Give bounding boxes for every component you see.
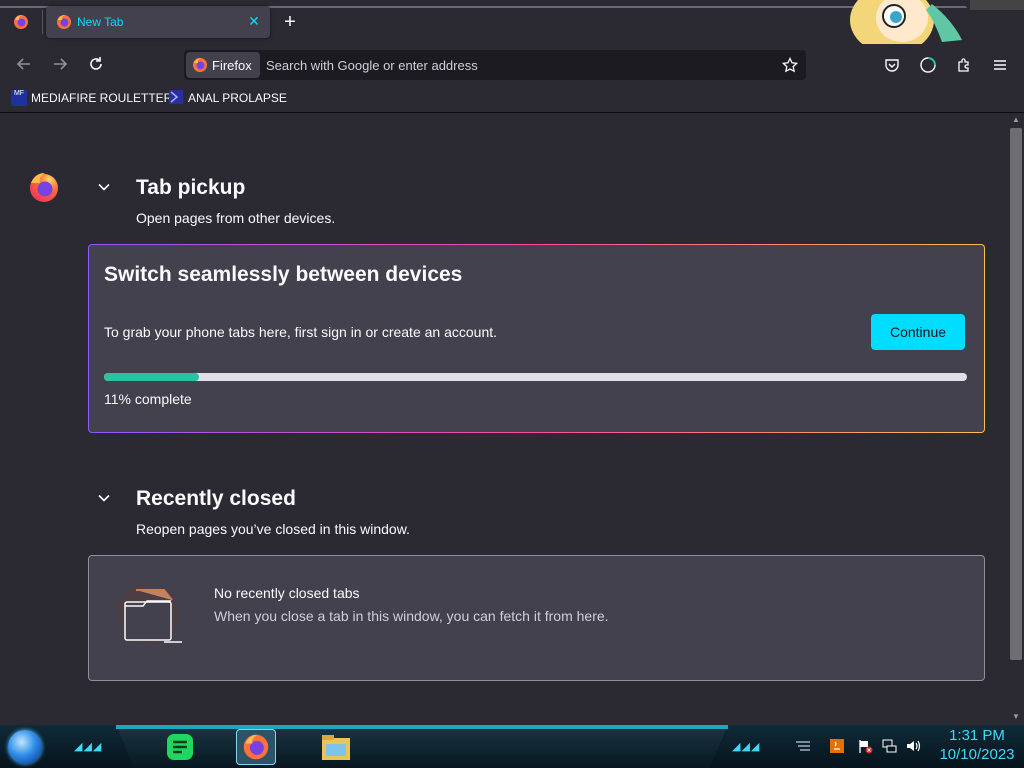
bookmark-label: ANAL PROLAPSE [188, 91, 287, 105]
firefox-logo-icon [28, 171, 60, 208]
taskbar-decoration [116, 725, 728, 768]
progress-label: 11% complete [104, 391, 192, 407]
taskbar-app-file-explorer[interactable] [316, 729, 356, 765]
taskbar-app-firefox[interactable] [236, 729, 276, 765]
clock-time[interactable]: 1:31 PM [930, 727, 1024, 744]
continue-button[interactable]: Continue [871, 314, 965, 350]
empty-state-title: No recently closed tabs [214, 585, 360, 601]
scroll-up-icon[interactable]: ▲ [1010, 115, 1022, 125]
tab-new-tab[interactable]: New Tab ✕ [46, 6, 270, 38]
card-description: To grab your phone tabs here, first sign… [104, 324, 498, 340]
puzzle-icon [958, 58, 969, 72]
chevron-down-icon[interactable] [94, 488, 114, 508]
volume-icon[interactable] [904, 737, 922, 755]
setup-progress-bar [104, 373, 967, 381]
firefox-icon [14, 15, 28, 29]
scrollbar-thumb[interactable] [1010, 128, 1022, 660]
bookmark-label: MEDIAFIRE ROULETTER [31, 91, 173, 105]
identity-box[interactable]: Firefox [186, 52, 260, 78]
setup-progress-fill [104, 373, 199, 381]
forward-button[interactable] [46, 50, 74, 78]
notes-icon [167, 734, 193, 760]
new-tab-button[interactable]: + [276, 8, 304, 36]
section-subtitle-tab-pickup: Open pages from other devices. [136, 210, 336, 226]
bookmark-mediafire-rouletter[interactable]: MF MEDIAFIRE ROULETTER [11, 89, 172, 107]
account-sync-button[interactable] [914, 52, 942, 78]
taskbar-dash-decoration: ◢◢◢ [732, 741, 761, 753]
bookmark-favicon-icon [168, 89, 184, 108]
section-subtitle-recently-closed: Reopen pages you’ve closed in this windo… [136, 521, 410, 537]
start-button[interactable] [8, 730, 42, 764]
firefox-icon [192, 57, 208, 78]
tab-title: New Tab [77, 15, 124, 29]
bookmark-anal-prolapse[interactable]: ANAL PROLAPSE [168, 89, 287, 107]
folder-icon [322, 735, 350, 760]
firefox-icon [243, 734, 269, 760]
address-input[interactable] [266, 56, 766, 74]
sync-progress-icon [920, 57, 936, 73]
firefox-icon [56, 14, 72, 35]
tab-separator [42, 10, 43, 34]
star-icon [782, 57, 798, 73]
hamburger-icon [994, 60, 1006, 70]
java-update-icon[interactable] [828, 737, 846, 755]
arrow-left-icon [16, 58, 30, 70]
app-menu-button[interactable] [986, 52, 1014, 78]
card-title: Switch seamlessly between devices [104, 263, 463, 286]
action-center-flag-icon[interactable] [856, 737, 874, 755]
reload-button[interactable] [82, 50, 110, 78]
bookmark-star-button[interactable] [778, 54, 802, 76]
mediafire-icon: MF [11, 90, 27, 106]
chevron-down-icon[interactable] [94, 177, 114, 197]
pocket-button[interactable] [878, 52, 906, 78]
network-icon[interactable] [880, 737, 898, 755]
extensions-button[interactable] [950, 52, 978, 78]
close-icon[interactable]: ✕ [244, 11, 264, 31]
arrow-right-icon [54, 58, 68, 70]
section-title-tab-pickup: Tab pickup [136, 176, 246, 199]
taskbar-glow-line [116, 725, 728, 729]
clock-date[interactable]: 10/10/2023 [930, 746, 1024, 763]
pinned-tab-firefox[interactable] [2, 4, 40, 40]
back-button[interactable] [10, 50, 38, 78]
empty-state-description: When you close a tab in this window, you… [214, 608, 609, 624]
taskbar-dash-decoration: ◢◢◢ [74, 741, 103, 753]
identity-label: Firefox [212, 58, 252, 73]
scroll-down-icon[interactable]: ▼ [1010, 712, 1022, 722]
reload-icon [90, 57, 102, 70]
show-hidden-icons-icon[interactable] [794, 737, 812, 755]
pocket-icon [885, 59, 899, 72]
section-title-recently-closed: Recently closed [136, 487, 296, 510]
empty-folder-icon [112, 584, 192, 651]
taskbar-app-notes[interactable] [160, 729, 200, 765]
